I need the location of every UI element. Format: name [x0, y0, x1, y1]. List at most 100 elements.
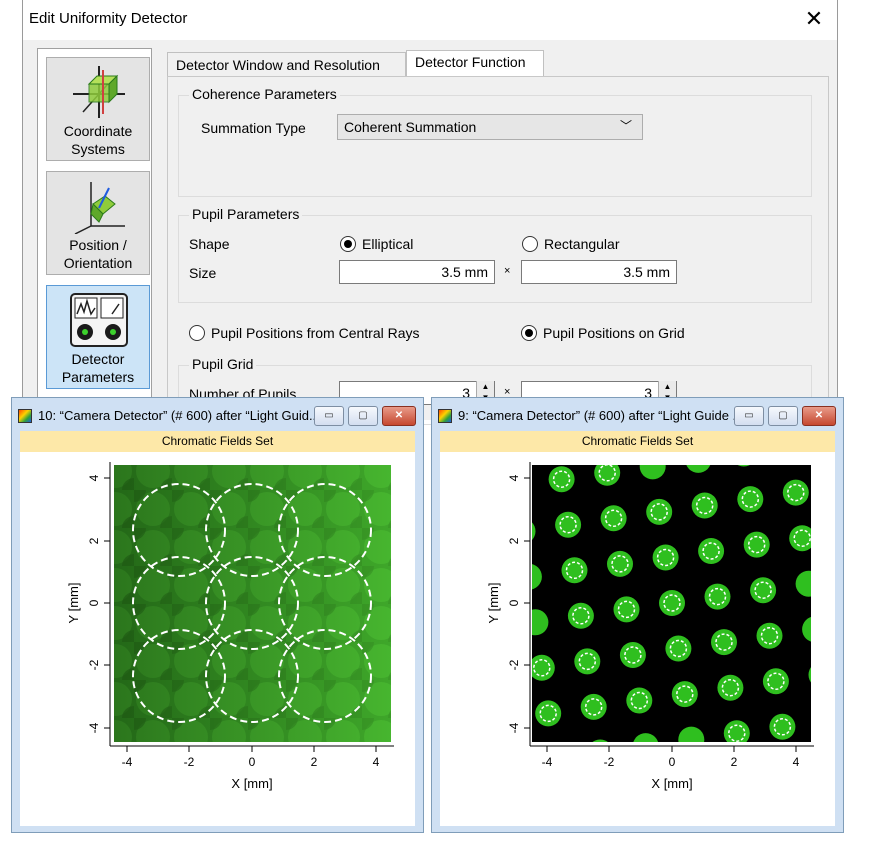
size-x-input[interactable]: 3.5 mm [339, 260, 495, 284]
y-tick-label: 4 [87, 474, 101, 481]
light-spot [535, 700, 562, 727]
tab-detector-function[interactable]: Detector Function [406, 50, 544, 77]
light-spot [737, 486, 764, 513]
plot-spot-array: -4 -2 0 2 4 4 2 0 -2 -4 X [mm] Y [mm] [486, 462, 835, 791]
light-spot [639, 465, 666, 480]
light-spot [652, 544, 679, 571]
nav-label: Detector Parameters [47, 350, 149, 386]
summation-type-label: Summation Type [201, 120, 306, 136]
close-icon[interactable]: ✕ [802, 406, 836, 426]
light-spot [555, 511, 582, 538]
tab-panel: Coherence Parameters Summation Type Cohe… [167, 76, 829, 425]
light-spot [665, 635, 692, 662]
light-spot [574, 648, 601, 675]
window-body: Chromatic Fields Set -4 -2 0 2 4 4 2 0 -… [20, 431, 415, 826]
light-spot [532, 609, 549, 636]
light-spot [762, 668, 789, 695]
x-tick-label: 2 [311, 755, 318, 769]
shape-elliptical-label: Elliptical [362, 236, 414, 252]
light-spot [561, 557, 588, 584]
shape-label: Shape [189, 236, 230, 252]
pupil-positions-grid-radio[interactable] [521, 325, 537, 341]
category-nav: Coordinate Systems Position / Orientatio… [37, 48, 152, 420]
light-spot [613, 596, 640, 623]
nav-label: Coordinate Systems [47, 122, 149, 158]
x-axis-label: X [mm] [231, 776, 272, 791]
y-tick-label: 2 [507, 537, 521, 544]
light-spot [756, 622, 783, 649]
light-spot [626, 687, 653, 714]
light-spot [717, 674, 744, 701]
y-axis-label: Y [mm] [66, 583, 81, 624]
nav-label-line1: Position / [69, 237, 127, 253]
y-tick-label: -4 [87, 722, 101, 733]
light-spot [691, 492, 718, 519]
light-spot [795, 570, 811, 597]
pupil-positions-central-radio[interactable] [189, 325, 205, 341]
dialog-titlebar: Edit Uniformity Detector ✕ [23, 0, 837, 40]
maximize-icon[interactable]: ▢ [768, 406, 798, 426]
light-spot [567, 602, 594, 629]
edit-uniformity-detector-dialog: Edit Uniformity Detector ✕ Coordinate Sy… [22, 0, 838, 425]
pupil-parameters-group: Pupil Parameters Shape Elliptical Rectan… [178, 206, 812, 303]
dialog-title: Edit Uniformity Detector [29, 10, 188, 27]
x-tick-label: -4 [542, 755, 553, 769]
x-tick-label: 0 [669, 755, 676, 769]
nav-label-line1: Coordinate [63, 123, 133, 139]
camera-detector-window-9: 9: “Camera Detector” (# 600) after “Ligh… [431, 397, 844, 833]
light-spot [704, 583, 731, 610]
light-spot [782, 479, 809, 506]
light-spot [711, 629, 737, 656]
light-spot [659, 590, 685, 616]
nav-item-coordinate-systems[interactable]: Coordinate Systems [46, 57, 150, 161]
light-spot [532, 654, 555, 681]
minimize-icon[interactable]: ▭ [314, 406, 344, 426]
times-sign: × [504, 265, 511, 277]
tab-detector-window[interactable]: Detector Window and Resolution [167, 52, 406, 76]
x-axis-label: X [mm] [651, 776, 692, 791]
app-icon [438, 409, 452, 423]
nav-label-line2: Parameters [61, 369, 135, 385]
light-spot [815, 707, 835, 733]
light-spot [802, 616, 811, 642]
light-spot [808, 667, 811, 683]
pupil-positions-central-label: Pupil Positions from Central Rays [211, 325, 420, 341]
light-spot [600, 505, 627, 532]
y-tick-label: 0 [87, 599, 101, 606]
nav-item-position-orientation[interactable]: Position / Orientation [46, 171, 150, 275]
x-tick-label: 4 [373, 755, 380, 769]
shape-elliptical-radio[interactable] [340, 236, 356, 252]
shape-rectangular-radio[interactable] [522, 236, 538, 252]
detector-parameters-icon [70, 293, 128, 347]
nav-item-detector-parameters[interactable]: Detector Parameters [46, 285, 150, 389]
minimize-icon[interactable]: ▭ [734, 406, 764, 426]
x-tick-label: 4 [793, 755, 800, 769]
y-axis-label: Y [mm] [486, 583, 501, 624]
summation-type-select[interactable]: Coherent Summation ﹀ [337, 114, 643, 140]
y-tick-label: 0 [507, 599, 521, 606]
nav-label: Position / Orientation [47, 236, 149, 272]
y-tick-label: -4 [507, 722, 521, 733]
coherence-group: Coherence Parameters Summation Type Cohe… [178, 86, 812, 197]
light-spot [619, 642, 646, 668]
light-spot [607, 550, 633, 577]
light-spot [737, 465, 750, 467]
size-y-input[interactable]: 3.5 mm [521, 260, 677, 284]
light-spot [548, 466, 575, 493]
light-spot [750, 577, 777, 604]
x-tick-label: -2 [604, 755, 615, 769]
maximize-icon[interactable]: ▢ [348, 406, 378, 426]
close-icon[interactable]: ✕ [801, 6, 827, 32]
y-tick-label: -2 [87, 659, 101, 670]
window-title: 9: “Camera Detector” (# 600) after “Ligh… [458, 408, 744, 423]
chromatic-fields-band: Chromatic Fields Set [20, 431, 415, 452]
coherence-title: Coherence Parameters [189, 86, 340, 102]
x-tick-label: -2 [184, 755, 195, 769]
close-icon[interactable]: ✕ [382, 406, 416, 426]
light-spot [532, 564, 542, 590]
coordinate-systems-icon [73, 66, 125, 118]
light-spot [580, 693, 607, 720]
light-spot [769, 713, 796, 740]
light-spot [723, 720, 750, 742]
pupil-positions-grid-label: Pupil Positions on Grid [543, 325, 685, 341]
